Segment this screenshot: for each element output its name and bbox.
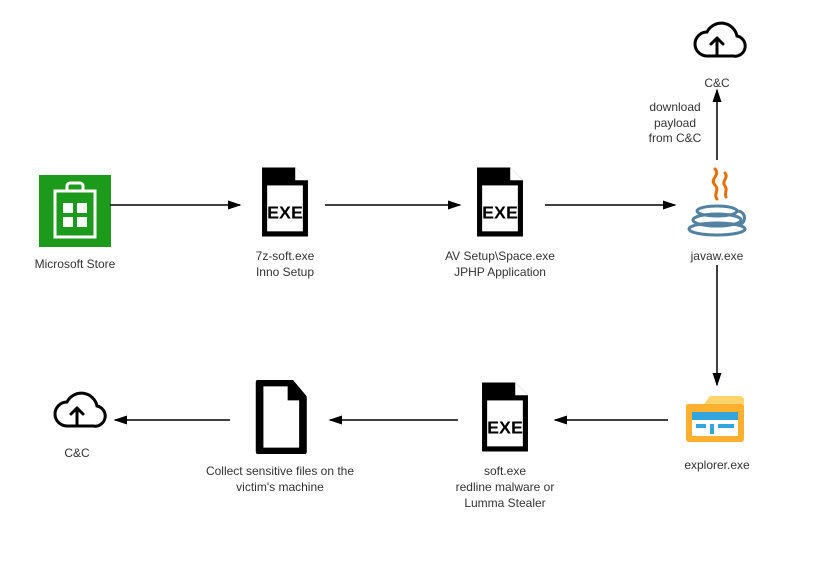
edge-label-download: download payload from C&C: [640, 100, 710, 147]
diagram-canvas: Microsoft Store EXE 7z-soft.exe Inno Set…: [0, 0, 825, 576]
arrows-layer: [0, 0, 825, 576]
